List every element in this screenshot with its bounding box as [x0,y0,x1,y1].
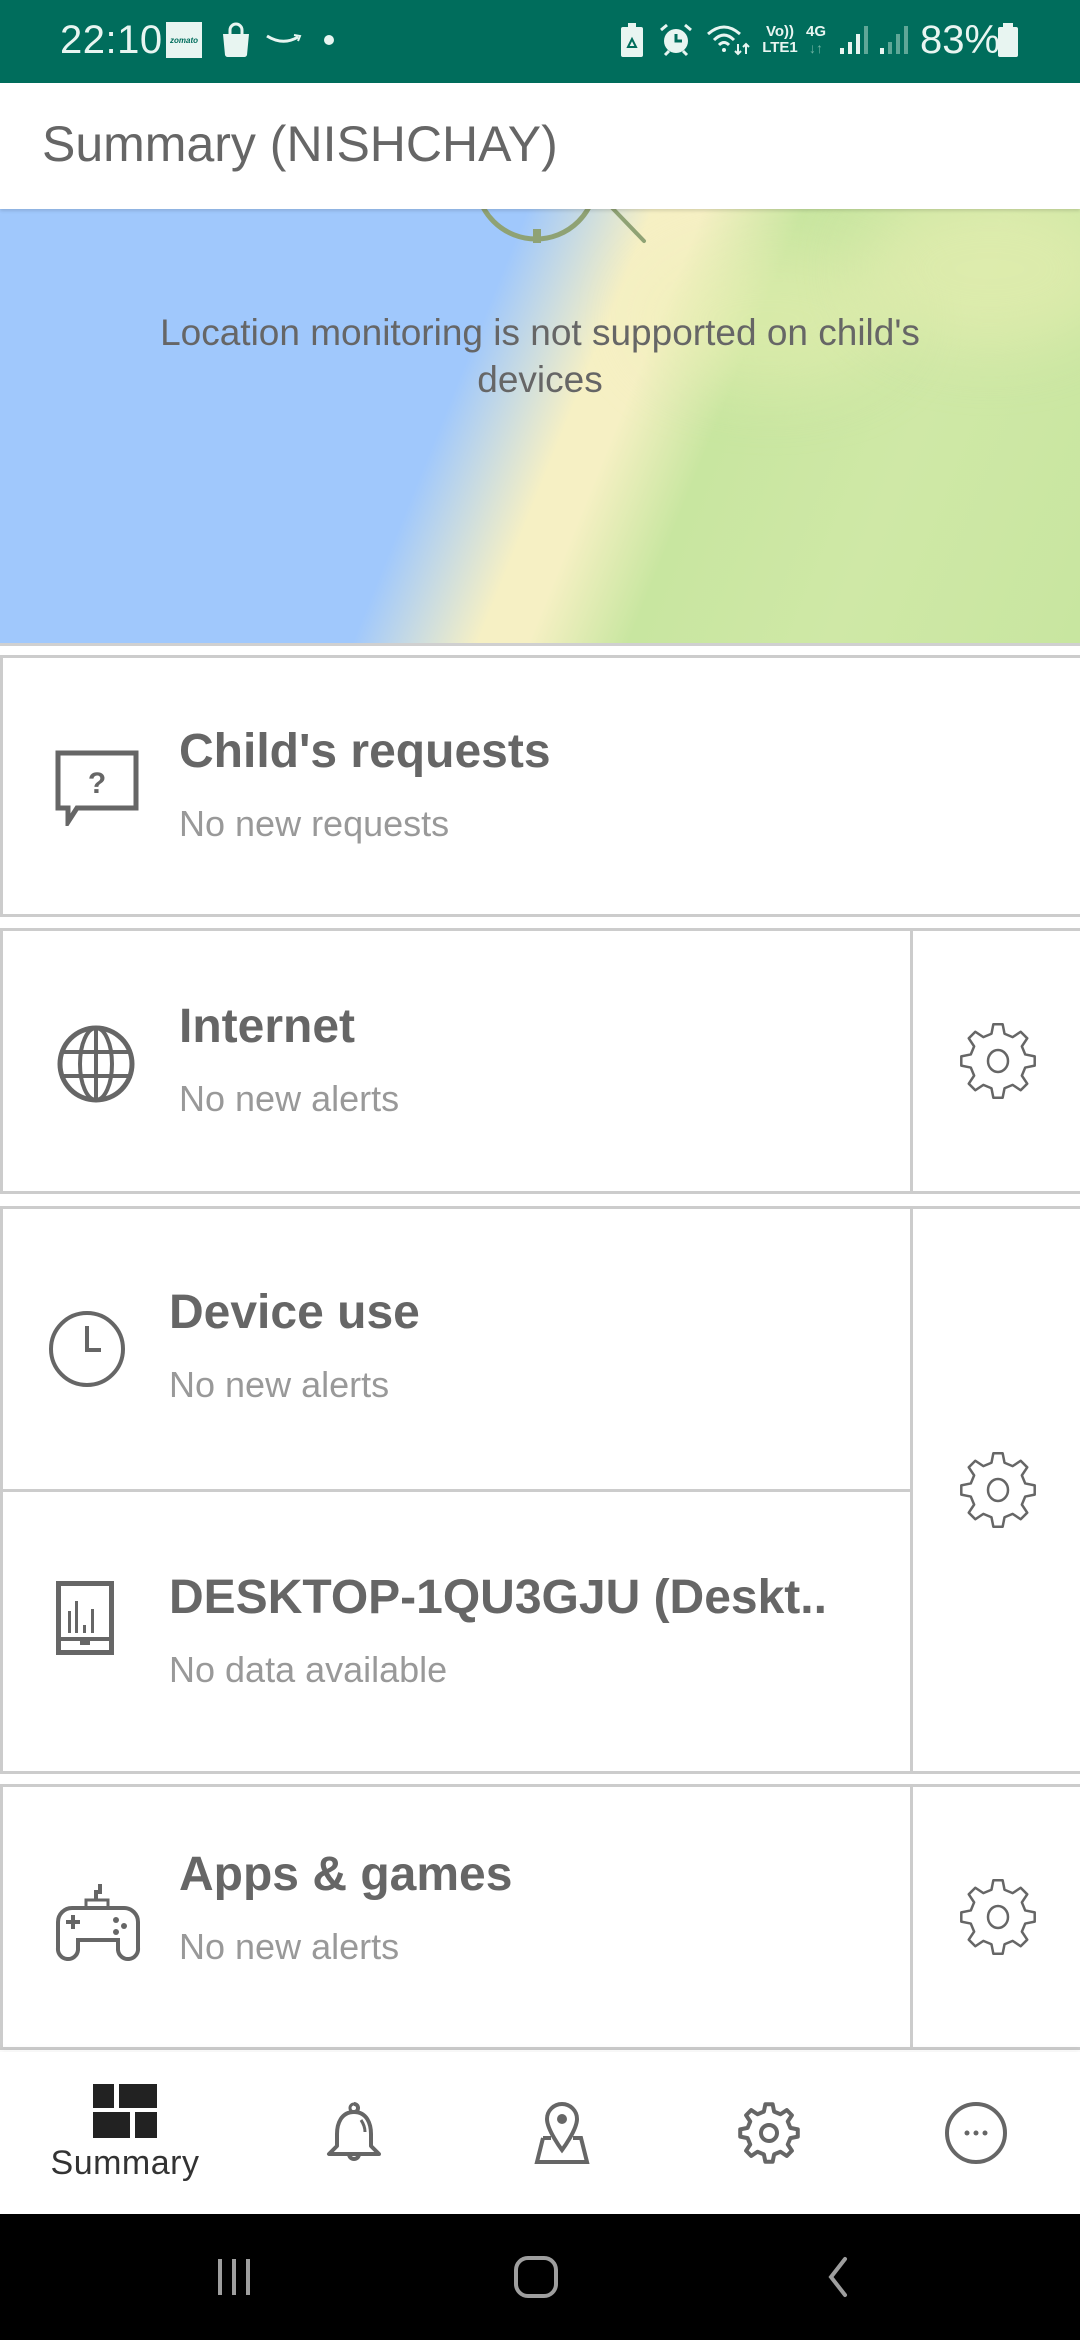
nav-notifications[interactable] [246,2052,462,2214]
gear-hub [986,1048,1010,1074]
recent-apps-button[interactable] [134,2214,334,2340]
signal-icon-2 [876,20,912,60]
dot-icon [322,20,336,60]
card-title: Apps & games [179,1848,513,1901]
card-title: Device use [169,1286,420,1339]
nav-summary[interactable]: Summary [17,2052,233,2214]
card-subtitle: No data available [169,1649,448,1690]
device-use-settings-button[interactable] [910,1209,1080,1771]
page-title: Summary (NISHCHAY) [42,116,558,172]
gamepad-icon [53,1877,143,1967]
divider [0,643,1080,646]
bottom-nav: Summary [0,2052,1080,2214]
data-arrows-icon: ↓↑ [809,40,823,56]
nav-location[interactable] [454,2052,670,2214]
system-nav-bar [0,2214,1080,2340]
nav-more[interactable] [868,2052,1080,2214]
volte-top-label: Vo)) [765,23,795,40]
battery-saver-icon [618,20,646,60]
gear-outline [960,1452,1036,1528]
clock-icon [45,1307,129,1391]
map-pin-icon [534,2101,590,2164]
card-apps-games-main[interactable]: Apps & games No new alerts [3,1787,907,2047]
battery-percent: 83% [920,18,1001,62]
app-bar: Summary (NISHCHAY) [0,83,1080,209]
gear-outline [960,1023,1036,1099]
card-device-use[interactable]: Device use No new alerts [3,1209,907,1491]
internet-settings-button[interactable] [910,931,1080,1191]
card-desktop-device[interactable]: DESKTOP-1QU3GJU (Deskt.. No data availab… [3,1492,907,1771]
gear-outline [960,1879,1036,1955]
card-subtitle: No new alerts [179,1926,400,1967]
recent-apps-icon [218,2259,250,2295]
gear-hub [986,1477,1010,1503]
card-internet[interactable]: Internet No new alerts [0,928,1080,1194]
status-bar: 22:10 zomato Vo)) LTE1 4G ↓↑ 83% [0,0,1080,83]
svg-text:?: ? [88,767,106,800]
gear-icon [738,2102,800,2164]
alarm-icon [656,20,696,60]
card-internet-main[interactable]: Internet No new alerts [3,931,907,1191]
zomato-icon: zomato [166,22,202,58]
nav-settings[interactable] [661,2052,877,2214]
apps-games-settings-button[interactable] [910,1787,1080,2047]
back-icon [828,2257,847,2297]
bell-icon [327,2102,381,2161]
nav-summary-label: Summary [50,2143,200,2182]
map-pin-decoration-icon [481,209,646,243]
device-chart-icon [55,1580,115,1656]
4g-icon: 4G ↓↑ [802,20,830,60]
volte-icon: Vo)) LTE1 [755,20,805,60]
card-title: Internet [179,1000,356,1053]
location-map[interactable]: Location monitoring is not supported on … [0,209,1080,645]
more-icon [945,2102,1007,2164]
home-button[interactable] [436,2214,636,2340]
question-bubble-icon: ? [55,750,139,826]
location-unsupported-message: Location monitoring is not supported on … [160,312,920,400]
globe-icon [55,1023,137,1105]
gear-icon [960,1879,1036,1955]
home-icon [514,2256,558,2298]
volte-bottom-label: LTE1 [762,39,798,56]
card-subtitle: No new alerts [169,1364,390,1405]
amazon-icon [264,20,304,60]
shopping-bag-icon [218,20,254,60]
card-title: DESKTOP-1QU3GJU (Deskt.. [169,1571,827,1624]
wifi-icon [705,20,753,60]
gear-hub [986,1904,1010,1930]
battery-icon [996,20,1020,60]
gear-icon [960,1023,1036,1099]
network-type-label: 4G [805,23,826,40]
card-subtitle: No new alerts [179,1078,400,1119]
back-button[interactable] [738,2214,938,2340]
card-childs-requests[interactable]: ? Child's requests No new requests [0,655,1080,917]
status-time: 22:10 [60,18,163,62]
gear-outline [738,2102,800,2164]
card-device-use-group: Device use No new alerts DESKTOP-1QU3GJU… [0,1206,1080,1774]
card-title: Child's requests [179,725,551,778]
card-apps-games[interactable]: Apps & games No new alerts [0,1784,1080,2050]
signal-icon [836,20,872,60]
gear-icon [960,1452,1036,1528]
gear-hub [759,2123,779,2143]
summary-grid-icon [93,2083,157,2138]
card-subtitle: No new requests [179,803,450,844]
